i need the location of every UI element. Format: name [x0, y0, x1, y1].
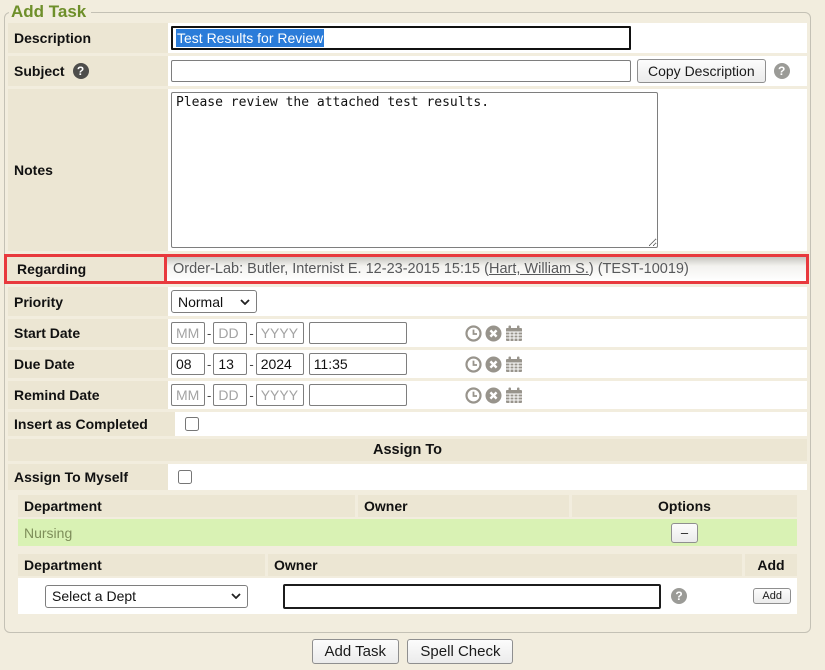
remind-date-label: Remind Date [8, 381, 168, 409]
regarding-value: Order-Lab: Butler, Internist E. 12-23-20… [167, 257, 806, 281]
start-date-clear-icon[interactable] [485, 325, 502, 342]
spell-check-button[interactable]: Spell Check [407, 639, 513, 664]
insert-completed-checkbox[interactable] [185, 417, 199, 431]
description-row: Description Test Results for Review [8, 23, 807, 53]
date-separator: - [249, 388, 253, 403]
assignments-table-header: Department Owner Options [18, 495, 797, 517]
due-date-clock-icon[interactable] [465, 356, 482, 373]
add-task-button[interactable]: Add Task [312, 639, 399, 664]
owner-input[interactable] [283, 584, 661, 609]
start-date-row: Start Date - - [8, 319, 807, 347]
subject-input[interactable] [171, 60, 631, 82]
remind-date-year-input[interactable] [256, 384, 304, 406]
regarding-row: Regarding Order-Lab: Butler, Internist E… [4, 254, 809, 284]
start-date-calendar-icon[interactable] [505, 325, 523, 342]
start-date-time-input[interactable] [309, 322, 407, 344]
department-selected-value: Select a Dept [52, 588, 136, 604]
remind-date-calendar-icon[interactable] [505, 387, 523, 404]
remind-date-time-input[interactable] [309, 384, 407, 406]
remind-date-day-input[interactable] [213, 384, 247, 406]
priority-selected-value: Normal [178, 294, 223, 310]
assign-myself-row: Assign To Myself [8, 464, 807, 490]
assignments-table: Department Owner Options Nursing – [18, 495, 797, 546]
start-date-label: Start Date [8, 319, 168, 347]
remove-assignment-button[interactable]: – [671, 523, 698, 543]
due-date-time-input[interactable] [309, 353, 407, 375]
footer-buttons: Add Task Spell Check [0, 639, 825, 664]
priority-label: Priority [8, 287, 168, 316]
subject-label-cell: Subject ? [8, 56, 168, 86]
add-assignment-table-header: Department Owner Add [18, 554, 797, 576]
add-assignment-table: Department Owner Add Select a Dept ? Add [18, 554, 797, 614]
due-date-label: Due Date [8, 350, 168, 378]
subject-label: Subject [14, 63, 65, 79]
insert-completed-row: Insert as Completed [8, 412, 807, 436]
due-date-clear-icon[interactable] [485, 356, 502, 373]
owner-column-header: Owner [268, 554, 742, 576]
options-column-header: Options [572, 495, 797, 517]
add-task-fieldset: Add Task Description Test Results for Re… [4, 2, 811, 633]
add-assignment-row: Select a Dept ? Add [18, 578, 797, 614]
assign-myself-label: Assign To Myself [8, 464, 168, 490]
remind-date-clock-icon[interactable] [465, 387, 482, 404]
date-separator: - [207, 326, 211, 341]
regarding-label: Regarding [7, 257, 167, 281]
subject-help-icon[interactable]: ? [73, 63, 89, 79]
copy-description-help-icon[interactable]: ? [774, 63, 790, 79]
chevron-down-icon [231, 593, 241, 599]
insert-completed-label: Insert as Completed [8, 412, 175, 436]
date-separator: - [207, 357, 211, 372]
assignment-department: Nursing [18, 523, 358, 543]
description-selected-text: Test Results for Review [176, 29, 324, 47]
date-separator: - [207, 388, 211, 403]
due-date-calendar-icon[interactable] [505, 356, 523, 373]
remind-date-row: Remind Date - - [8, 381, 807, 409]
copy-description-button[interactable]: Copy Description [637, 59, 766, 83]
description-input[interactable]: Test Results for Review [171, 26, 631, 50]
notes-label: Notes [8, 89, 168, 251]
assignment-row: Nursing – [18, 519, 797, 546]
notes-textarea[interactable]: Please review the attached test results. [171, 92, 658, 248]
subject-row: Subject ? Copy Description ? [8, 56, 807, 86]
regarding-text: Order-Lab: Butler, Internist E. 12-23-20… [173, 261, 489, 277]
add-column-header: Add [745, 554, 797, 576]
priority-select[interactable]: Normal [171, 290, 257, 313]
remind-date-clear-icon[interactable] [485, 387, 502, 404]
chevron-down-icon [240, 299, 250, 305]
assign-to-header: Assign To [8, 439, 807, 461]
department-select[interactable]: Select a Dept [45, 585, 248, 608]
department-column-header: Department [18, 554, 265, 576]
start-date-year-input[interactable] [256, 322, 304, 344]
priority-row: Priority Normal [8, 287, 807, 316]
department-column-header: Department [18, 495, 355, 517]
owner-column-header: Owner [358, 495, 569, 517]
remind-date-month-input[interactable] [171, 384, 205, 406]
notes-row: Notes Please review the attached test re… [8, 89, 807, 251]
due-date-row: Due Date - - [8, 350, 807, 378]
add-assignment-button[interactable]: Add [753, 588, 791, 604]
start-date-clock-icon[interactable] [465, 325, 482, 342]
regarding-patient-link[interactable]: Hart, William S. [489, 261, 589, 277]
add-task-page: Add Task Description Test Results for Re… [0, 0, 825, 670]
due-date-day-input[interactable] [213, 353, 247, 375]
start-date-month-input[interactable] [171, 322, 205, 344]
due-date-year-input[interactable] [256, 353, 304, 375]
assign-myself-checkbox[interactable] [178, 470, 192, 484]
date-separator: - [249, 326, 253, 341]
owner-help-icon[interactable]: ? [671, 588, 687, 604]
description-label: Description [8, 23, 168, 53]
start-date-day-input[interactable] [213, 322, 247, 344]
date-separator: - [249, 357, 253, 372]
page-title: Add Task [9, 2, 91, 22]
due-date-month-input[interactable] [171, 353, 205, 375]
regarding-suffix: ) (TEST-10019) [589, 261, 689, 277]
